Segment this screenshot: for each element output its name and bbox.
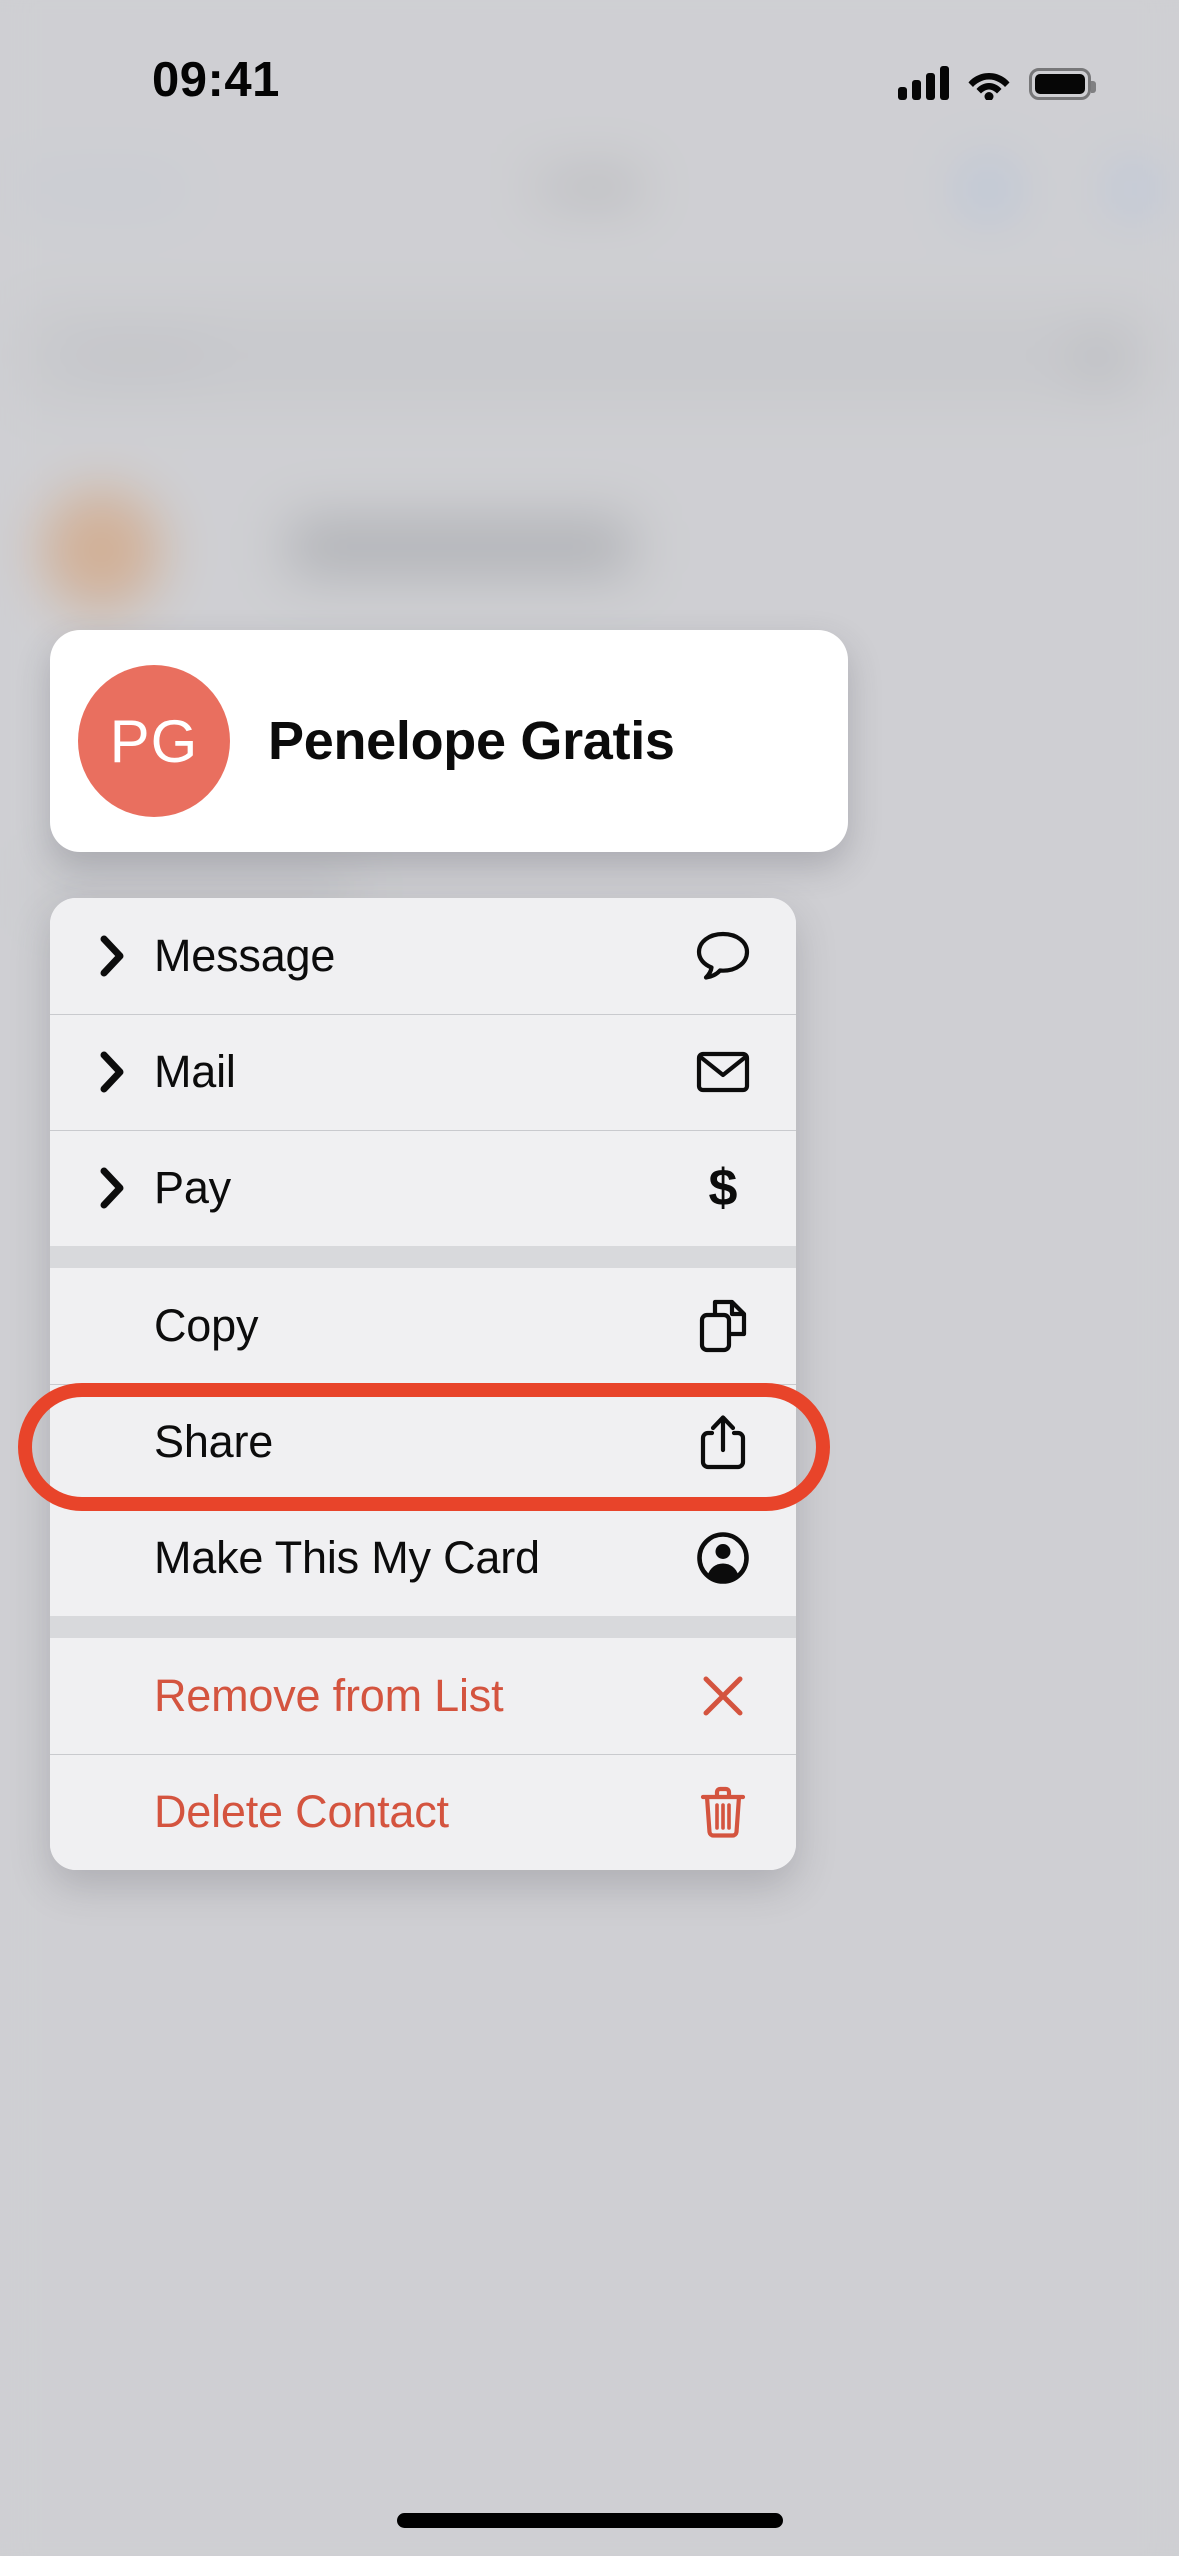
dollar-sign-icon: $ [708, 1159, 738, 1217]
x-mark-icon [694, 1667, 752, 1725]
menu-item-message[interactable]: Message [50, 898, 796, 1014]
chevron-right-icon [100, 935, 140, 977]
menu-item-mail[interactable]: Mail [50, 1014, 796, 1130]
home-indicator[interactable] [396, 2513, 783, 2528]
menu-item-label: Message [154, 930, 336, 981]
contact-name: Penelope Gratis [268, 711, 675, 771]
iphone-screen: Contacts Lists Search 09:41 PG [0, 0, 1179, 2556]
status-bar: 09:41 [0, 0, 1179, 150]
envelope-icon [694, 1043, 752, 1101]
copy-documents-icon [694, 1297, 752, 1355]
chevron-right-icon [100, 1167, 140, 1209]
avatar-initials: PG [109, 707, 199, 775]
menu-item-delete-contact[interactable]: Delete Contact [50, 1754, 796, 1870]
share-upload-icon [694, 1413, 752, 1471]
menu-group-communication: Message Mail Pay $ [50, 898, 796, 1246]
battery-icon [1029, 68, 1096, 100]
message-bubble-icon [694, 927, 752, 985]
status-bar-indicators [898, 56, 1096, 100]
chevron-right-icon [100, 1051, 140, 1093]
person-circle-icon [694, 1529, 752, 1587]
menu-item-label: Delete Contact [154, 1786, 449, 1837]
menu-group-destructive: Remove from List Delete Contact [50, 1638, 796, 1870]
menu-item-label: Remove from List [154, 1670, 504, 1721]
menu-item-copy[interactable]: Copy [50, 1268, 796, 1384]
menu-item-label: Mail [154, 1046, 236, 1097]
menu-item-share[interactable]: Share [50, 1384, 796, 1500]
status-bar-time: 09:41 [152, 53, 280, 107]
menu-item-remove-from-list[interactable]: Remove from List [50, 1638, 796, 1754]
contact-preview-card[interactable]: PG Penelope Gratis [50, 630, 848, 852]
menu-item-pay[interactable]: Pay $ [50, 1130, 796, 1246]
wifi-icon [968, 73, 1010, 100]
menu-item-make-this-my-card[interactable]: Make This My Card [50, 1500, 796, 1616]
menu-item-label: Copy [154, 1300, 259, 1351]
menu-group-divider [50, 1616, 796, 1638]
cellular-signal-icon [898, 66, 949, 100]
avatar: PG [78, 665, 230, 817]
trash-icon [694, 1783, 752, 1841]
menu-item-label: Make This My Card [154, 1532, 540, 1583]
menu-group-actions: Copy Share Make This My Card [50, 1268, 796, 1616]
menu-item-label: Share [154, 1416, 274, 1467]
menu-item-label: Pay [154, 1162, 231, 1213]
menu-group-divider [50, 1246, 796, 1268]
context-menu[interactable]: Message Mail Pay $ Copy Share Make This … [50, 898, 796, 1870]
